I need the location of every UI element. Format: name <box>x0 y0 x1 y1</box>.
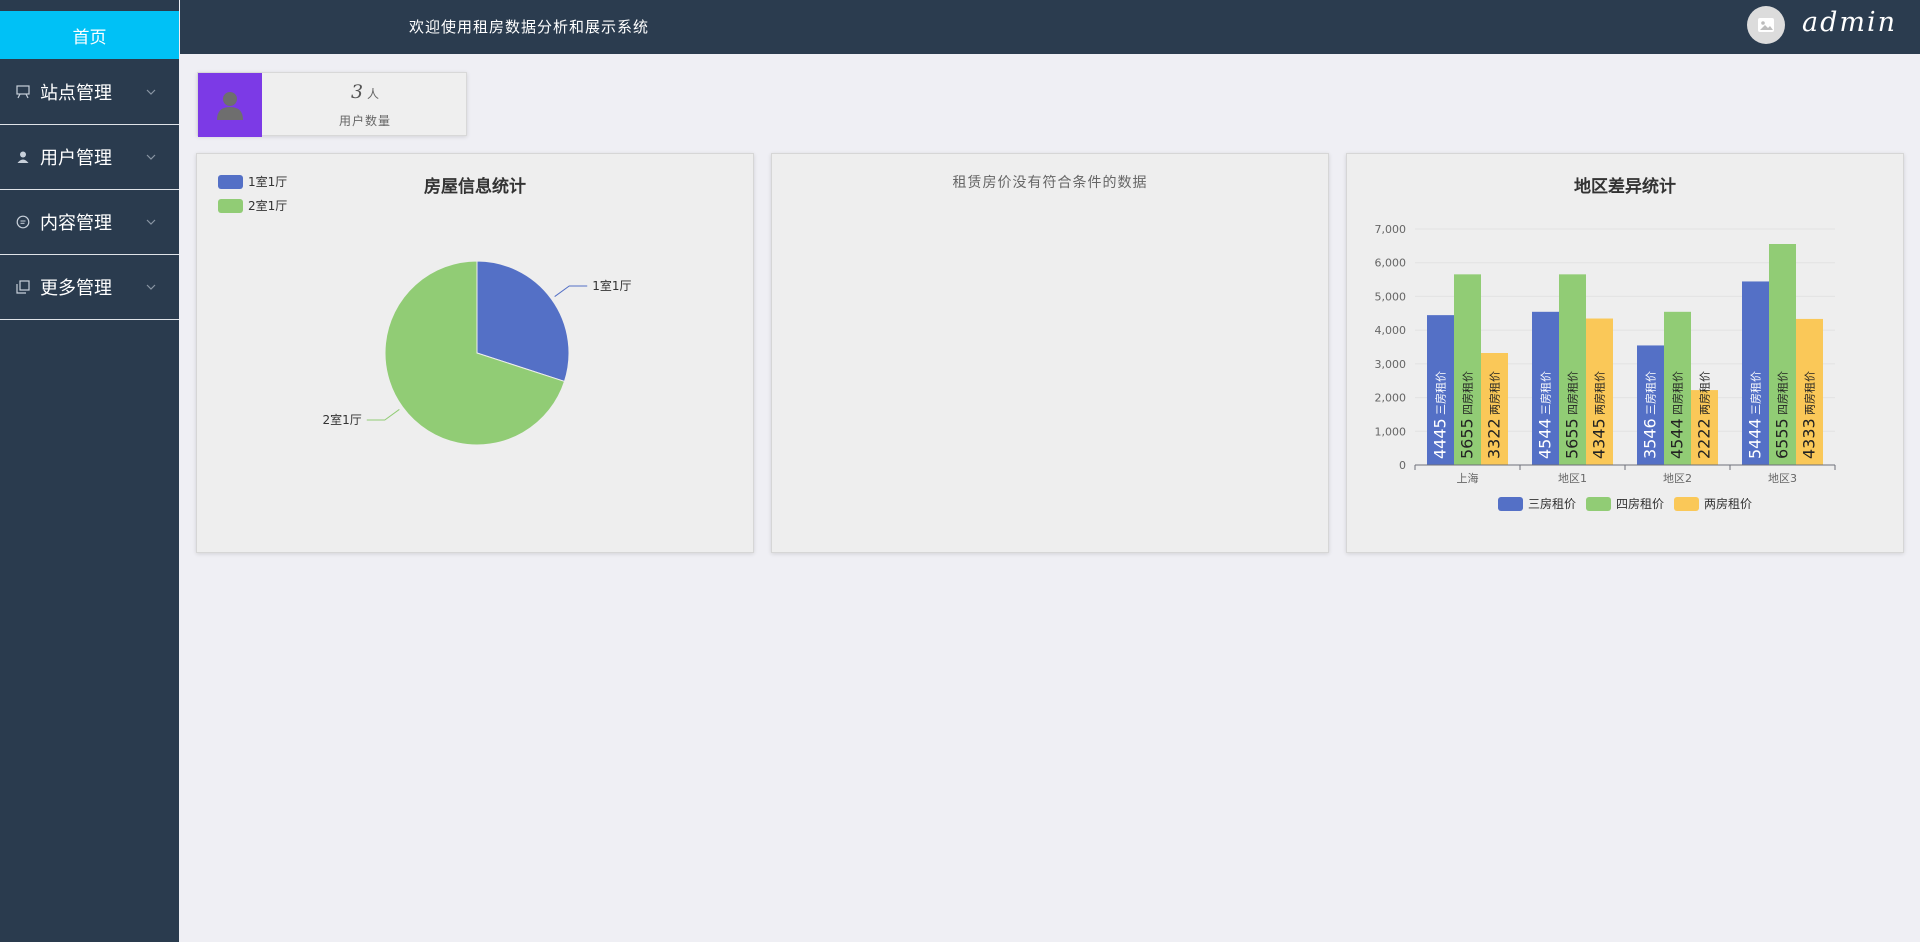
pie-chart: 1室1厅 2室1厅 1室1厅 2室1厅 <box>218 174 632 446</box>
sidebar-item-site-management[interactable]: 站点管理 <box>0 60 179 125</box>
bar-data-label: 5655 <box>1563 418 1582 459</box>
bar-series-label: 四房租价 <box>1672 371 1685 415</box>
y-tick-label: 2,000 <box>1375 392 1407 405</box>
bar-data-label: 2222 <box>1695 418 1714 459</box>
sidebar-item-label: 站点管理 <box>40 83 112 104</box>
chat-icon <box>15 214 31 230</box>
user-count-card: 3人 用户数量 <box>197 72 467 137</box>
pie-label: 2室1厅 <box>322 412 361 427</box>
sidebar-menu: 站点管理 用户管理 内容管理 更多管理 <box>0 60 179 320</box>
bar-series-label: 四房租价 <box>1777 371 1790 415</box>
user-icon <box>15 149 31 165</box>
bar-series-label: 两房租价 <box>1804 371 1817 415</box>
y-tick-label: 1,000 <box>1375 425 1407 438</box>
sidebar-item-label: 内容管理 <box>40 213 112 234</box>
sidebar-item-content-management[interactable]: 内容管理 <box>0 190 179 255</box>
bar-data-label: 4345 <box>1590 418 1609 459</box>
chevron-down-icon <box>146 219 156 225</box>
no-data-message: 租赁房价没有符合条件的数据 <box>952 175 1148 191</box>
bar-series-label: 三房租价 <box>1540 371 1553 415</box>
bar-series-label: 三房租价 <box>1750 371 1763 415</box>
x-tick-label: 地区2 <box>1663 472 1692 485</box>
sidebar-item-more-management[interactable]: 更多管理 <box>0 255 179 320</box>
bar-series-label: 三房租价 <box>1645 371 1658 415</box>
legend-label: 四房租价 <box>1616 496 1664 511</box>
bar-series-label: 四房租价 <box>1567 371 1580 415</box>
y-tick-label: 0 <box>1399 459 1406 472</box>
legend-label: 两房租价 <box>1704 496 1752 511</box>
welcome-text: 欢迎使用租房数据分析和展示系统 <box>409 18 650 36</box>
sidebar-item-label: 更多管理 <box>40 278 112 299</box>
y-tick-label: 6,000 <box>1375 257 1407 270</box>
bar-series-label: 三房租价 <box>1435 371 1448 415</box>
sidebar-item-home[interactable]: 首页 <box>0 11 179 59</box>
avatar[interactable] <box>1747 6 1785 44</box>
bar-data-label: 6555 <box>1773 418 1792 459</box>
legend-swatch <box>1674 497 1699 511</box>
pie-label-line <box>366 409 400 421</box>
chevron-down-icon <box>146 284 156 290</box>
bar-series-label: 两房租价 <box>1489 371 1502 415</box>
bar-data-label: 4333 <box>1800 418 1819 459</box>
x-tick-label: 上海 <box>1457 471 1479 485</box>
chevron-down-icon <box>146 89 156 95</box>
sidebar-item-user-management[interactable]: 用户管理 <box>0 125 179 190</box>
bar-data-label: 4544 <box>1536 418 1555 459</box>
legend-swatch <box>1586 497 1611 511</box>
chevron-down-icon <box>146 154 156 160</box>
user-icon <box>198 73 262 137</box>
bar-series-label: 两房租价 <box>1594 371 1607 415</box>
y-tick-label: 4,000 <box>1375 324 1407 337</box>
pie-label-line <box>554 285 588 297</box>
y-tick-label: 5,000 <box>1375 290 1407 303</box>
bar-data-label: 5444 <box>1746 418 1765 459</box>
house-info-panel: 房屋信息统计 1室1厅 2室1厅 1室1厅 2室1厅 <box>196 153 754 553</box>
pie-label: 1室1厅 <box>592 278 631 293</box>
user-count-value: 3人 <box>350 81 380 103</box>
bar-data-label: 3322 <box>1485 418 1504 459</box>
region-diff-panel: 地区差异统计 4445 三房租价 5655 四房租价 3322 两房租价 4544 三房租价 5… <box>1346 153 1904 553</box>
bar-data-label: 3546 <box>1641 418 1660 459</box>
bar-series-label: 两房租价 <box>1699 371 1712 415</box>
user-count-label: 用户数量 <box>338 114 391 128</box>
bar-data-label: 4544 <box>1668 418 1687 459</box>
bar-data-label: 4445 <box>1431 418 1450 459</box>
bar-series-label: 四房租价 <box>1462 371 1475 415</box>
legend-label: 1室1厅 <box>248 174 287 189</box>
legend-label: 三房租价 <box>1528 496 1576 511</box>
username[interactable]: admin <box>1802 7 1897 38</box>
legend-label: 2室1厅 <box>248 198 287 213</box>
rent-price-panel: 租赁房价没有符合条件的数据 <box>771 153 1329 553</box>
legend-swatch <box>1498 497 1523 511</box>
top-header: 欢迎使用租房数据分析和展示系统 admin <box>180 0 1920 54</box>
bar-chart: 4445 三房租价 5655 四房租价 3322 两房租价 4544 三房租价 5655 四房租价… <box>1375 223 1836 511</box>
legend-swatch <box>218 199 243 213</box>
bar-data-label: 5655 <box>1458 418 1477 459</box>
x-tick-label: 地区1 <box>1558 472 1587 485</box>
copy-icon <box>15 279 31 295</box>
sidebar-item-label: 用户管理 <box>40 148 112 169</box>
image-icon <box>1758 18 1774 32</box>
y-tick-label: 7,000 <box>1375 223 1407 236</box>
monitor-icon <box>15 84 31 100</box>
sidebar: 首页 站点管理 用户管理 内容管理 更多管理 <box>0 0 179 942</box>
legend-swatch <box>218 175 243 189</box>
x-tick-label: 地区3 <box>1768 472 1797 485</box>
y-tick-label: 3,000 <box>1375 358 1407 371</box>
